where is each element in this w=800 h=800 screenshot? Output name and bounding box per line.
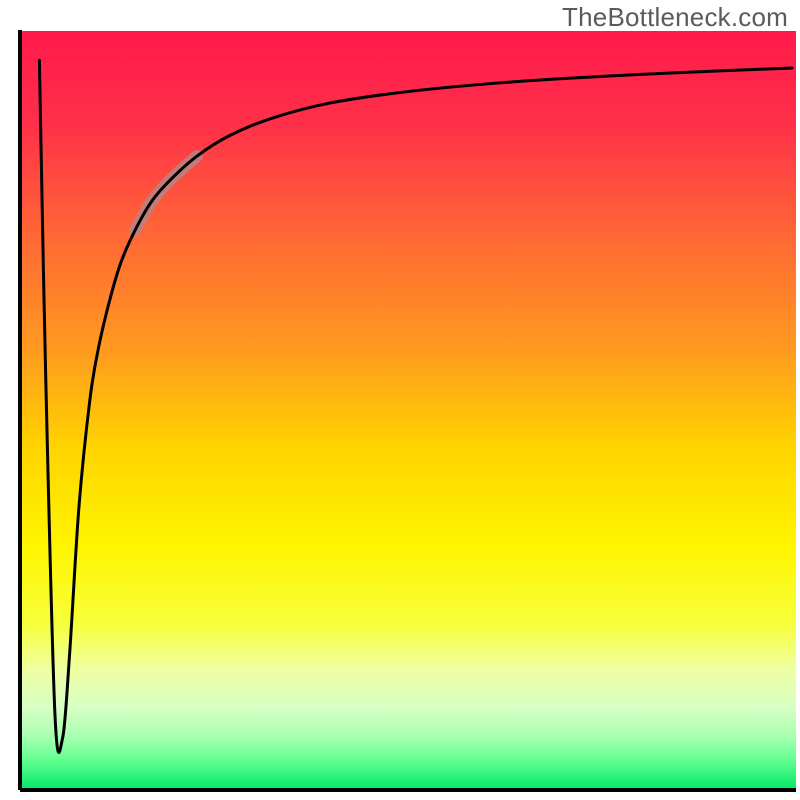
plot-background <box>20 31 796 790</box>
chart-svg <box>0 0 800 800</box>
chart-container: { "watermark": "TheBottleneck.com", "cha… <box>0 0 800 800</box>
